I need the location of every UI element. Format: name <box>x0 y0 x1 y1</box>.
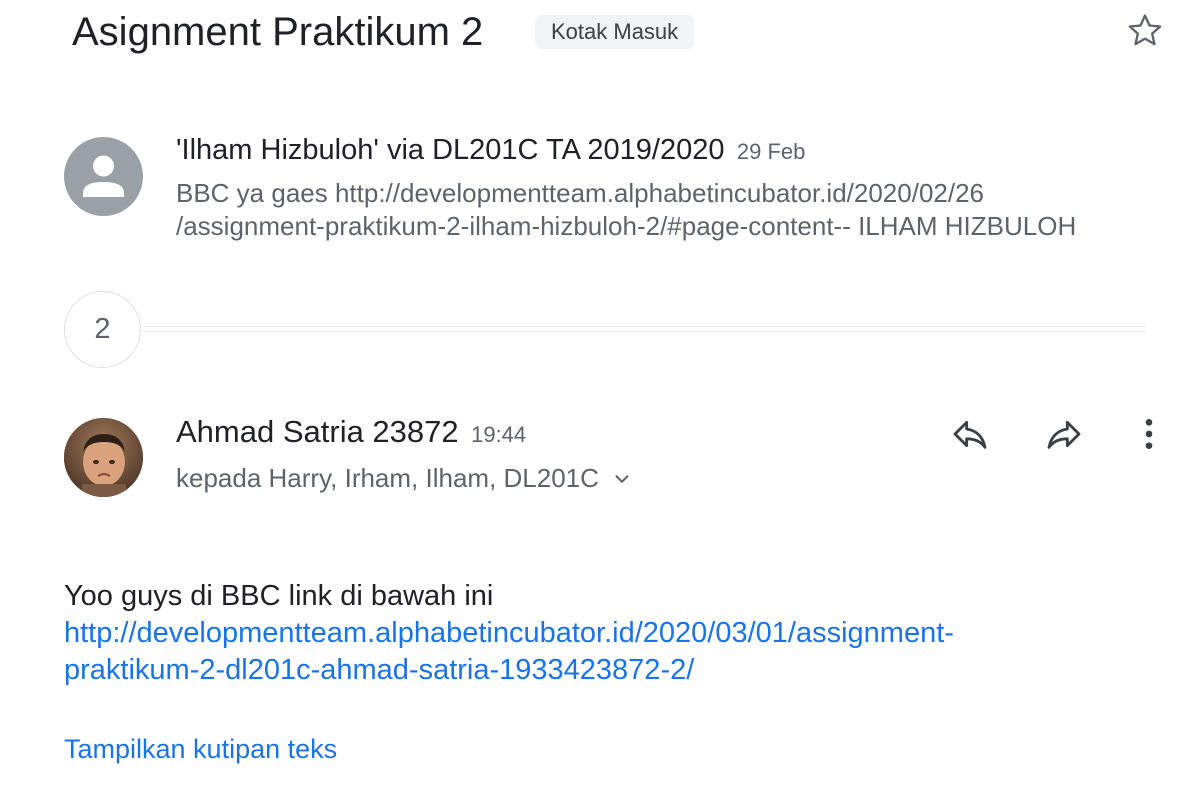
body-link[interactable]: http://developmentteam.alphabetincubator… <box>64 615 1154 689</box>
expanded-message-header: Ahmad Satria 23872 19:44 <box>176 414 526 450</box>
person-icon <box>83 155 124 197</box>
body-line: Yoo guys di BBC link di bawah ini <box>64 580 494 612</box>
expanded-message-time: 19:44 <box>471 422 527 447</box>
message-body: Yoo guys di BBC link di bawah ini http:/… <box>64 578 1154 689</box>
collapsed-messages-divider <box>142 326 1146 332</box>
more-vert-icon <box>1145 419 1153 449</box>
snippet-line-2: /assignment-praktikum-2-ilham-hizbuloh-2… <box>176 211 1077 241</box>
expanded-sender-name: Ahmad Satria 23872 <box>176 414 459 449</box>
avatar-photo-image <box>64 418 143 497</box>
star-outline-icon <box>1128 14 1162 46</box>
email-thread-view: Asignment Praktikum 2 Kotak Masuk 'Ilham… <box>0 0 1193 800</box>
chevron-down-icon <box>611 468 633 490</box>
collapsed-messages-count-button[interactable]: 2 <box>64 291 141 368</box>
forward-icon <box>1047 420 1081 449</box>
collapsed-message-snippet[interactable]: BBC ya gaes http://developmentteam.alpha… <box>176 177 1166 243</box>
reply-icon <box>953 420 987 449</box>
forward-button[interactable] <box>1040 410 1088 458</box>
body-link-line-1: http://developmentteam.alphabetincubator… <box>64 617 954 649</box>
more-options-button[interactable] <box>1125 410 1173 458</box>
thread-subject: Asignment Praktikum 2 <box>72 10 484 54</box>
sender-avatar-generic[interactable] <box>64 137 143 216</box>
recipients-text: kepada Harry, Irham, Ilham, DL201C <box>176 463 599 493</box>
sender-avatar-photo[interactable] <box>64 418 143 497</box>
show-quoted-text-link[interactable]: Tampilkan kutipan teks <box>64 734 337 765</box>
snippet-line-1: BBC ya gaes http://developmentteam.alpha… <box>176 178 985 208</box>
inbox-label-chip[interactable]: Kotak Masuk <box>535 15 695 49</box>
star-icon[interactable] <box>1124 10 1166 52</box>
collapsed-message-header[interactable]: 'Ilham Hizbuloh' via DL201C TA 2019/2020… <box>176 134 805 167</box>
collapsed-sender-name: 'Ilham Hizbuloh' via DL201C TA 2019/2020 <box>176 134 725 166</box>
reply-button[interactable] <box>946 410 994 458</box>
recipients-toggle[interactable]: kepada Harry, Irham, Ilham, DL201C <box>176 463 633 494</box>
body-link-line-2: praktikum-2-dl201c-ahmad-satria-19334238… <box>64 654 695 686</box>
collapsed-message-date: 29 Feb <box>736 139 806 164</box>
